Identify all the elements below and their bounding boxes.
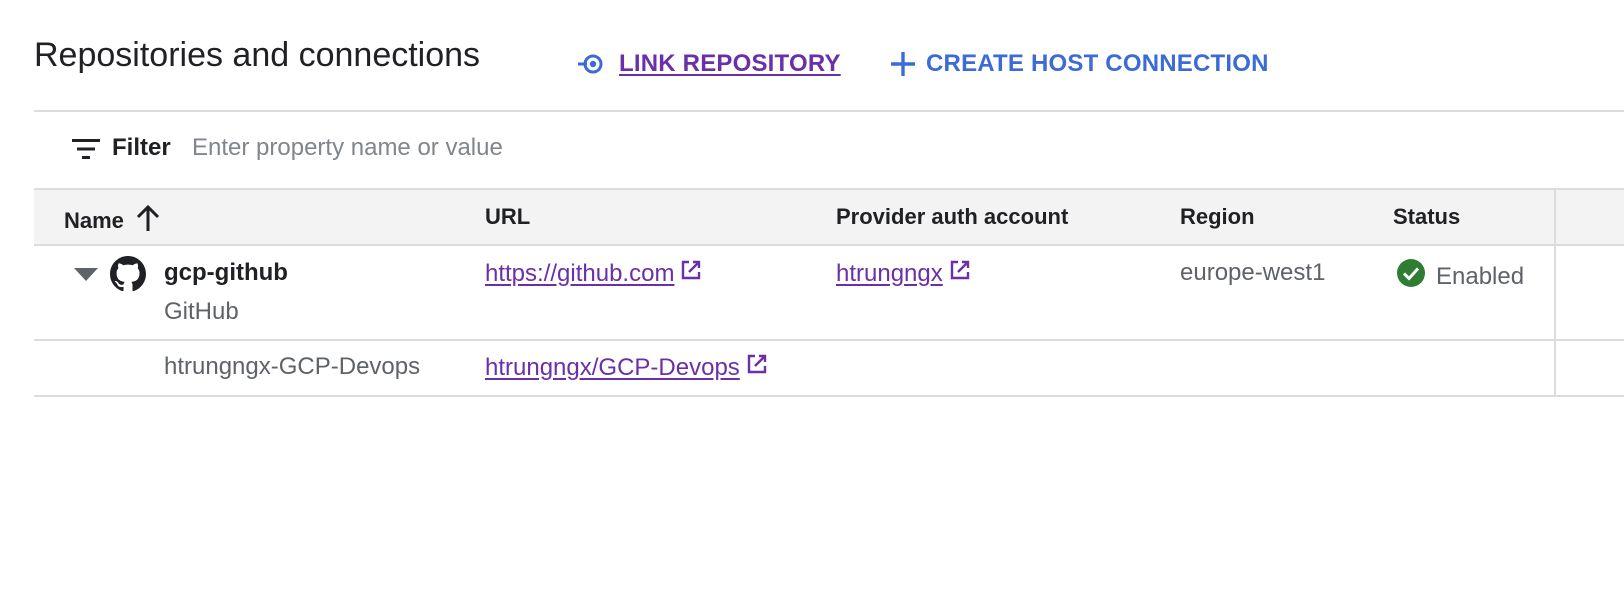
- column-header-region[interactable]: Region: [1180, 204, 1255, 230]
- create-host-connection-button[interactable]: CREATE HOST CONNECTION: [890, 44, 1269, 84]
- external-link-icon: [680, 259, 702, 288]
- column-header-name-label: Name: [64, 208, 124, 233]
- connection-url-cell: https://github.com: [485, 259, 702, 288]
- filter-input[interactable]: [192, 126, 1092, 170]
- external-link-icon: [949, 259, 971, 288]
- column-header-provider[interactable]: Provider auth account: [836, 204, 1068, 230]
- table-row-connection: gcp-github GitHub https://github.com htr…: [34, 246, 1624, 341]
- filter-label: Filter: [112, 134, 171, 161]
- arrow-up-icon[interactable]: [136, 204, 160, 238]
- link-repository-label: LINK REPOSITORY: [619, 50, 841, 77]
- page-header: Repositories and connections LINK REPOSI…: [34, 0, 1624, 112]
- connection-name[interactable]: gcp-github: [164, 259, 288, 287]
- connection-url-link[interactable]: https://github.com: [485, 259, 702, 288]
- external-link-icon: [746, 353, 768, 382]
- column-header-url[interactable]: URL: [485, 204, 530, 230]
- filter-bar: Filter: [34, 112, 1624, 190]
- status-text: Enabled: [1436, 262, 1525, 290]
- status-badge: Enabled: [1396, 258, 1524, 295]
- repository-url-cell: htrungngx/GCP-Devops: [485, 353, 768, 382]
- repository-name: htrungngx-GCP-Devops: [164, 353, 421, 380]
- provider-account-cell: htrungngx: [836, 259, 971, 288]
- repository-url-text: htrungngx/GCP-Devops: [485, 353, 740, 381]
- connection-url-text: https://github.com: [485, 259, 675, 287]
- triangle-down-icon[interactable]: [74, 268, 98, 287]
- check-circle-icon: [1396, 258, 1426, 295]
- column-divider: [1554, 190, 1556, 395]
- table-header: Name URL Provider auth account Region St…: [34, 190, 1624, 246]
- provider-account-link[interactable]: htrungngx: [836, 259, 971, 288]
- repositories-page: Repositories and connections LINK REPOSI…: [0, 0, 1624, 614]
- plus-icon: [890, 51, 916, 77]
- link-repo-icon: [577, 51, 609, 77]
- column-header-status[interactable]: Status: [1393, 204, 1460, 230]
- create-host-connection-label: CREATE HOST CONNECTION: [926, 50, 1269, 77]
- filter-icon[interactable]: [72, 137, 100, 166]
- provider-account-text: htrungngx: [836, 259, 943, 287]
- table-row-repository: htrungngx-GCP-Devops htrungngx/GCP-Devop…: [34, 341, 1624, 397]
- page-title: Repositories and connections: [34, 36, 481, 74]
- link-repository-button[interactable]: LINK REPOSITORY: [577, 44, 841, 84]
- region-value: europe-west1: [1180, 259, 1326, 286]
- column-header-name[interactable]: Name: [64, 204, 160, 238]
- repository-url-link[interactable]: htrungngx/GCP-Devops: [485, 353, 768, 382]
- connection-provider-type: GitHub: [164, 298, 239, 325]
- github-icon: [110, 256, 146, 297]
